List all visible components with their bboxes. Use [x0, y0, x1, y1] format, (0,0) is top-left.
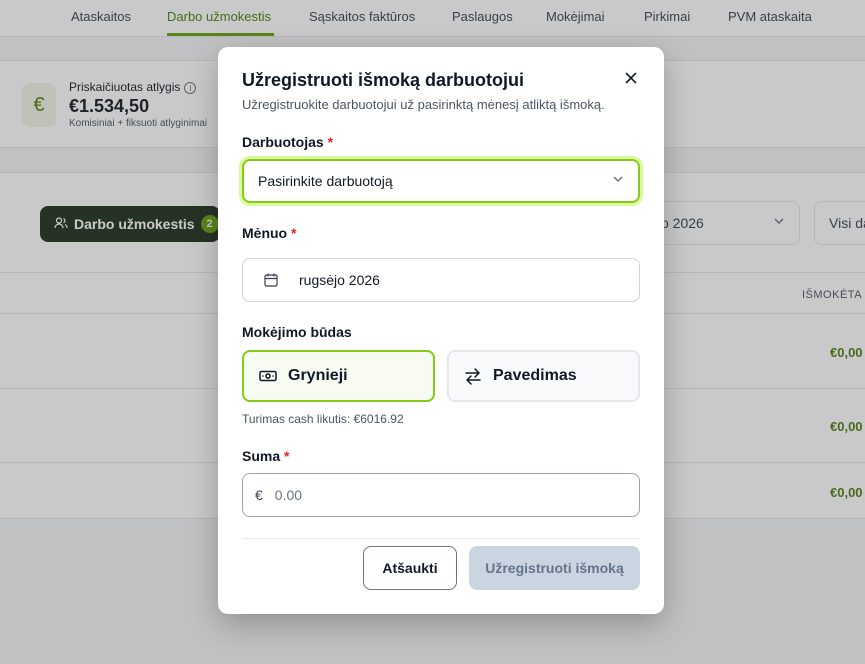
- month-label: Mėnuo *: [242, 225, 297, 241]
- close-button[interactable]: [620, 69, 642, 91]
- payment-method-label: Mokėjimo būdas: [242, 324, 352, 340]
- payment-transfer-label: Pavedimas: [493, 367, 577, 384]
- cash-icon: [258, 366, 278, 386]
- amount-field[interactable]: €: [242, 473, 640, 517]
- currency-symbol: €: [255, 487, 263, 503]
- transfer-arrows-icon: [463, 366, 483, 386]
- chevron-down-icon: [612, 173, 624, 188]
- close-icon: [625, 71, 637, 89]
- cash-balance-note: Turimas cash likutis: €6016.92: [242, 412, 404, 426]
- required-marker: *: [284, 448, 290, 464]
- amount-input[interactable]: [274, 487, 615, 503]
- required-marker: *: [327, 134, 334, 150]
- month-value: rugsėjo 2026: [299, 272, 380, 288]
- dialog-title: Užregistruoti išmoką darbuotojui: [242, 70, 525, 90]
- employee-label: Darbuotojas *: [242, 134, 334, 150]
- footer-divider: [242, 538, 640, 539]
- payment-transfer-button[interactable]: Pavedimas: [447, 350, 640, 402]
- payment-cash-button[interactable]: Grynieji: [242, 350, 435, 402]
- dialog-subtitle: Užregistruokite darbuotojui už pasirinkt…: [242, 97, 605, 112]
- calendar-icon: [263, 272, 279, 288]
- required-marker: *: [291, 225, 297, 241]
- month-picker[interactable]: rugsėjo 2026: [242, 258, 640, 302]
- employee-select[interactable]: Pasirinkite darbuotoją: [242, 159, 640, 203]
- payment-cash-label: Grynieji: [288, 367, 348, 384]
- register-payment-dialog: Užregistruoti išmoką darbuotojui Užregis…: [218, 47, 664, 614]
- register-payment-button[interactable]: Užregistruoti išmoką: [469, 546, 640, 590]
- cancel-button[interactable]: Atšaukti: [363, 546, 457, 590]
- amount-label: Suma *: [242, 448, 290, 464]
- employee-select-placeholder: Pasirinkite darbuotoją: [258, 173, 393, 189]
